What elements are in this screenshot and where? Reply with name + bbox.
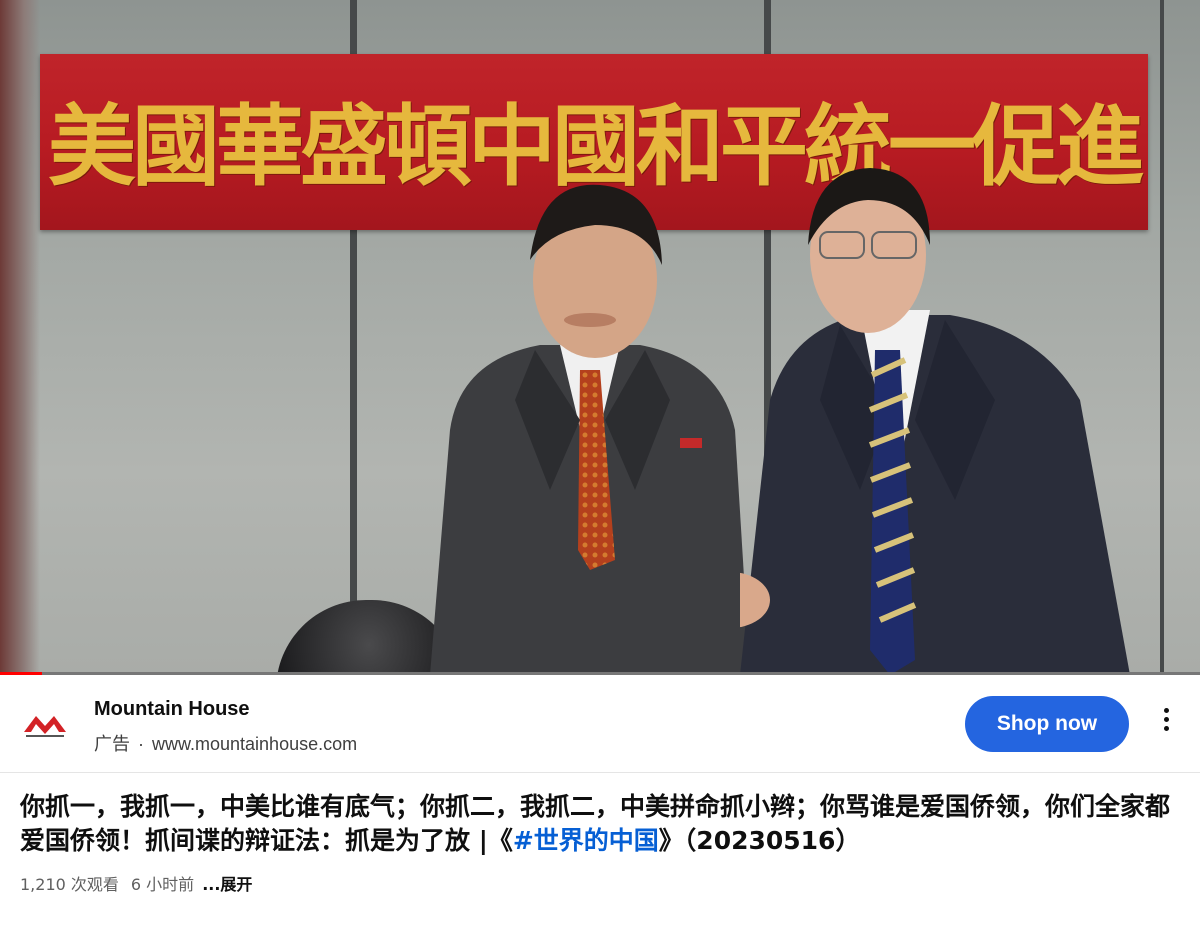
wall-seam — [1160, 0, 1164, 675]
person-left — [430, 184, 750, 675]
ad-url[interactable]: www.mountainhouse.com — [152, 734, 357, 754]
view-count: 1,210 次观看 — [20, 875, 119, 894]
shop-now-button[interactable]: Shop now — [965, 696, 1129, 752]
video-progress-fill — [0, 672, 42, 675]
ad-separator: · — [138, 734, 144, 754]
video-player[interactable]: 美國華盛頓中國和平統一促進會 — [0, 0, 1200, 675]
video-progress-bar[interactable] — [0, 672, 1200, 675]
ad-subline: 广告 · www.mountainhouse.com — [94, 730, 357, 756]
video-meta: 1,210 次观看 6 小时前 ...展开 — [20, 871, 252, 895]
person-right — [740, 168, 1130, 675]
expand-description-link[interactable]: ...展开 — [202, 875, 252, 894]
video-title-suffix: 》（20230516） — [658, 826, 861, 855]
more-vert-icon[interactable] — [1152, 704, 1180, 744]
upload-time: 6 小时前 — [130, 875, 195, 894]
title-hashtag-link[interactable]: #世界的中国 — [513, 826, 659, 855]
ad-brand-name[interactable]: Mountain House — [94, 698, 250, 721]
ad-label: 广告 — [94, 734, 130, 754]
video-left-edge — [0, 0, 40, 675]
mountain-house-logo[interactable] — [22, 708, 68, 742]
ad-card[interactable]: Mountain House 广告 · www.mountainhouse.com … — [0, 676, 1200, 773]
video-title: 你抓一，我抓一，中美比谁有底气；你抓二，我抓二，中美拼命抓小辫；你骂谁是爱国侨领… — [20, 790, 1190, 858]
